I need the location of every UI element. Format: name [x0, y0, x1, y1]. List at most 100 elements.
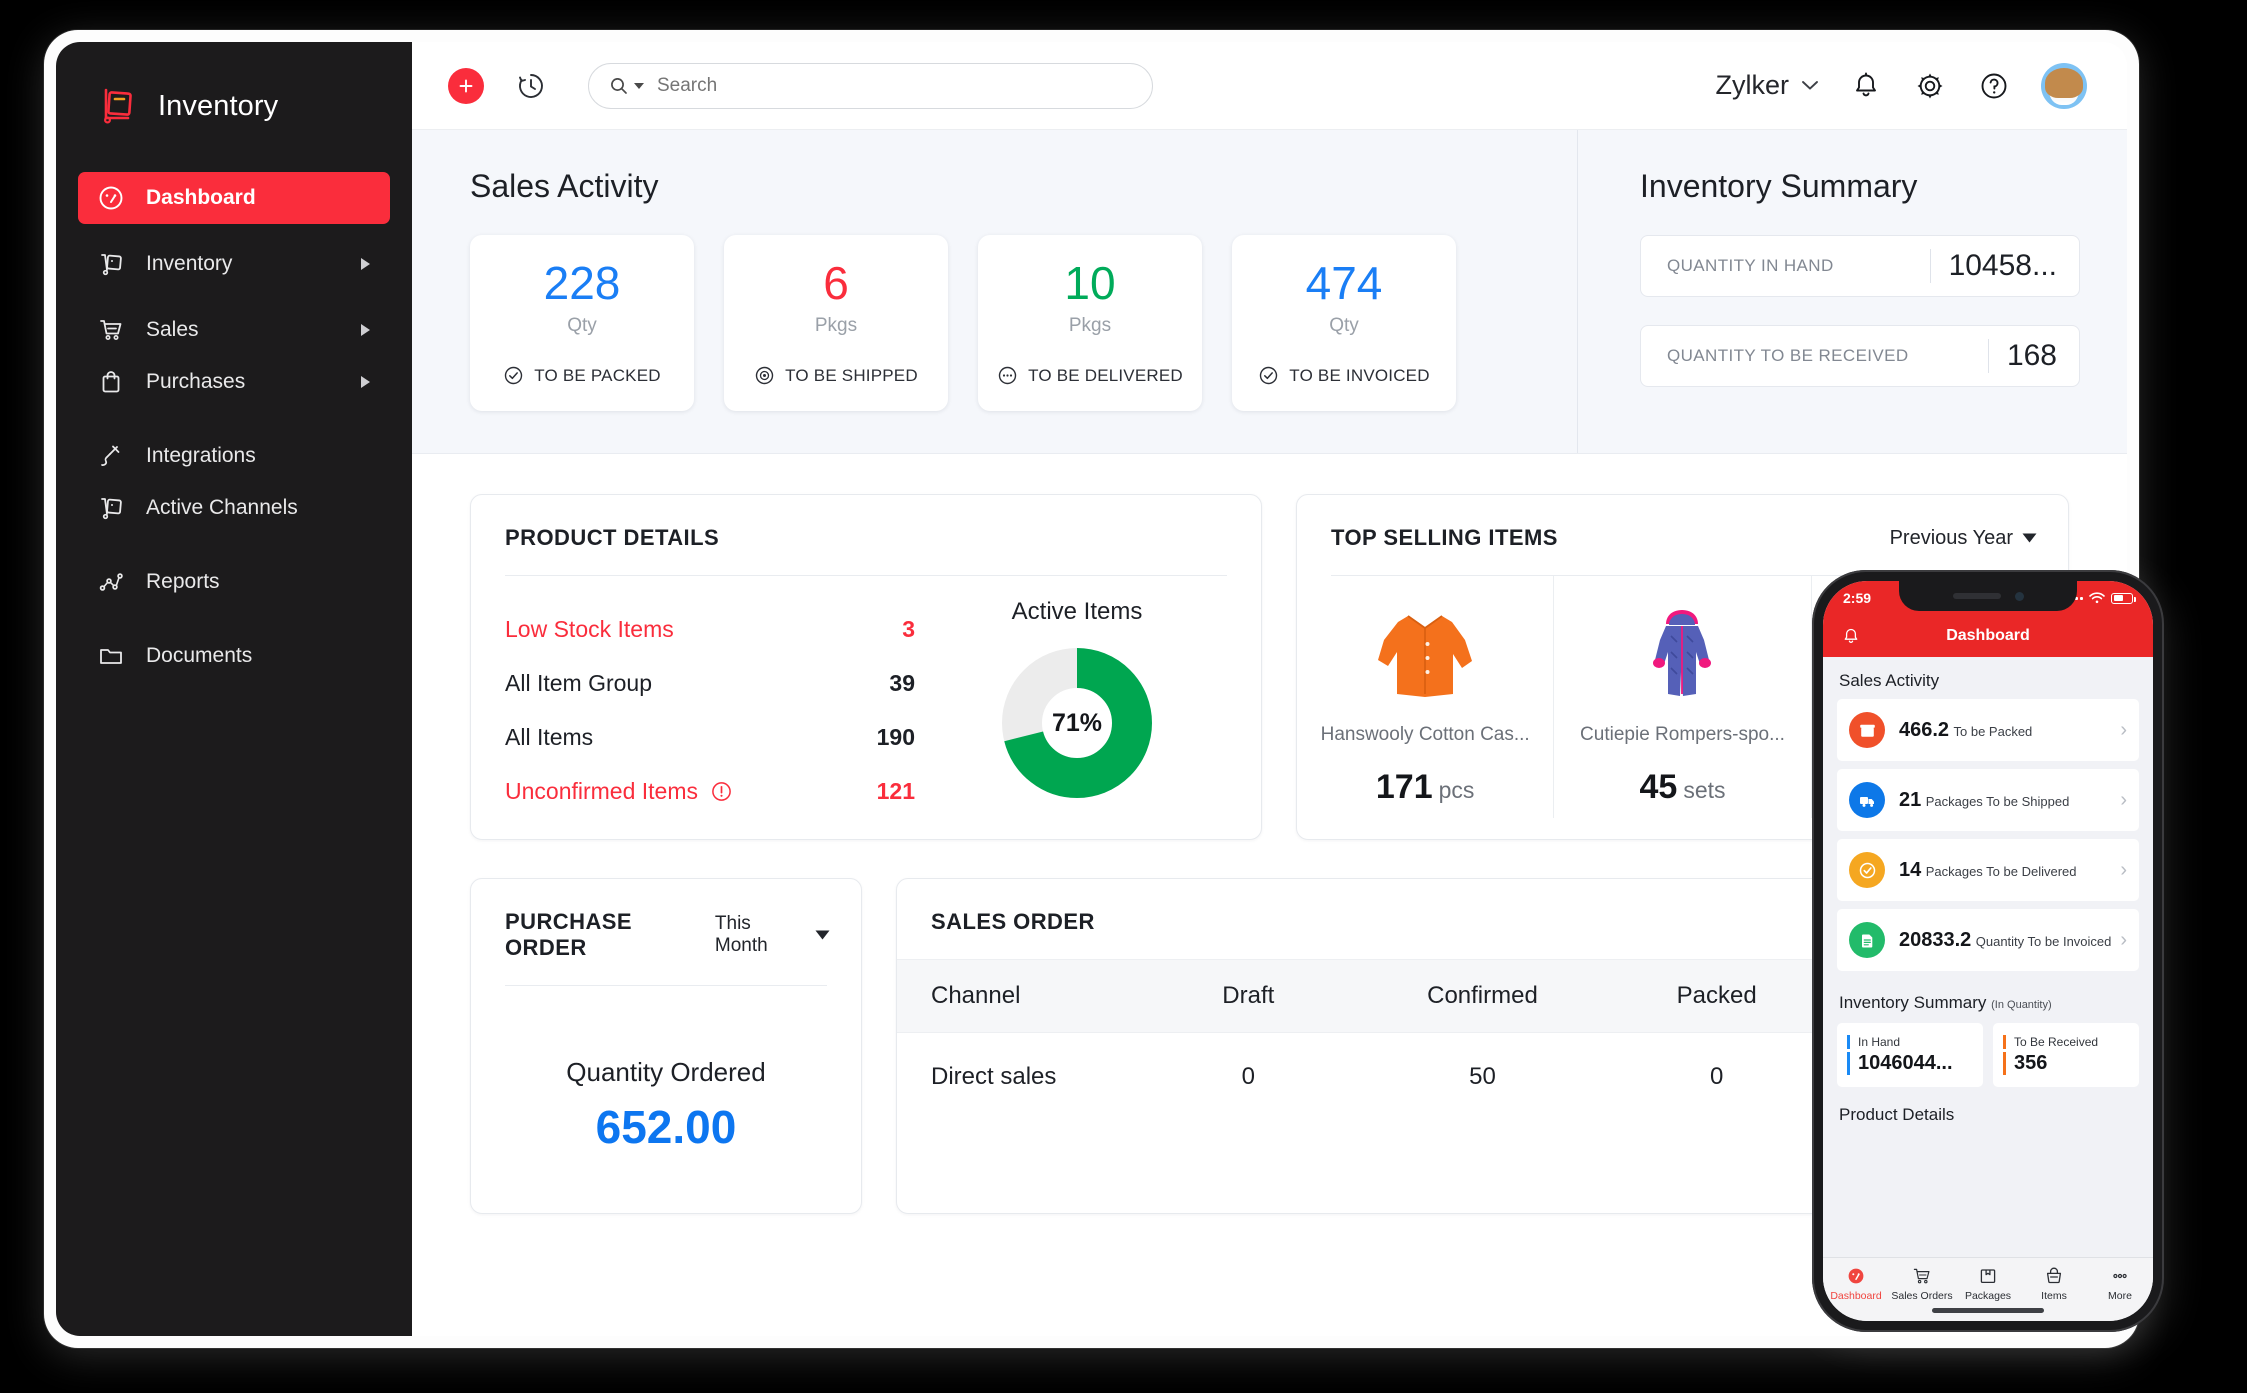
- phone-activity-text: 14 Packages To be Delivered: [1899, 859, 2077, 881]
- product-row-unconfirmed-items[interactable]: Unconfirmed Items 121: [505, 764, 927, 818]
- shopping-cart-icon: [1913, 1268, 1930, 1284]
- product-row-all-item-group[interactable]: All Item Group 39: [505, 656, 927, 710]
- activity-card-to-be-packed[interactable]: 228 Qty TO BE PACKED: [470, 235, 694, 411]
- purchase-order-filter-label: This Month: [714, 913, 768, 956]
- cell-confirmed: 50: [1469, 1063, 1496, 1090]
- gear-icon: [1917, 73, 1943, 98]
- product-row-label: Low Stock Items: [505, 615, 674, 642]
- top-selling-filter-label: Previous Year: [1889, 526, 2013, 549]
- activity-unit: Pkgs: [814, 315, 858, 336]
- phone-activity-to-be-delivered[interactable]: 14 Packages To be Delivered ›: [1837, 839, 2139, 901]
- sidebar-item-label: Purchases: [146, 370, 246, 393]
- phone-activity-to-be-invoiced[interactable]: 20833.2 Quantity To be Invoiced ›: [1837, 909, 2139, 971]
- phone-activity-value: 20833.2: [1899, 929, 1972, 951]
- plus-icon: [459, 79, 473, 92]
- wifi-icon: [2089, 592, 2105, 604]
- tab-label: Dashboard: [1830, 1290, 1882, 1302]
- divider: [1987, 339, 1989, 373]
- front-camera: [2014, 591, 2024, 601]
- active-items-percent: 71%: [1051, 708, 1103, 737]
- sidebar-item-purchases[interactable]: Purchases: [78, 356, 390, 408]
- top-selling-item[interactable]: Hanswooly Cotton Cas... 171 pcs: [1297, 576, 1555, 818]
- chevron-right-icon: [361, 258, 370, 270]
- product-row-value: 39: [889, 669, 915, 696]
- recent-history-button[interactable]: [514, 69, 548, 103]
- phone-inventory-to-be-received[interactable]: To Be Received 356: [1993, 1023, 2139, 1087]
- romper-image: [1653, 610, 1712, 696]
- product-image-orange-cardigan: [1364, 602, 1486, 710]
- product-row-all-items[interactable]: All Items 190: [505, 710, 927, 764]
- sidebar-item-inventory[interactable]: Inventory: [78, 238, 390, 290]
- sidebar-item-documents[interactable]: Documents: [78, 630, 390, 682]
- search-scope-caret-icon[interactable]: [634, 82, 644, 89]
- product-details-card: PRODUCT DETAILS Low Stock Items 3 All It…: [470, 494, 1262, 840]
- clock-history-icon: [519, 73, 543, 98]
- add-new-button[interactable]: [448, 67, 484, 104]
- purchase-order-filter[interactable]: This Month: [714, 913, 830, 957]
- product-details-body: Low Stock Items 3 All Item Group 39 All …: [471, 576, 1261, 818]
- basket-icon: [2046, 1267, 2062, 1284]
- inventory-row-quantity-to-be-received[interactable]: QUANTITY TO BE RECEIVED 168: [1640, 325, 2080, 387]
- bell-icon[interactable]: [1841, 626, 1861, 646]
- sales-order-title: SALES ORDER: [931, 909, 1095, 934]
- battery-icon: [2111, 592, 2136, 604]
- active-items-chart: Active Items 71%: [927, 584, 1227, 818]
- settings-button[interactable]: [1913, 69, 1947, 103]
- speaker-grill: [1952, 593, 2001, 599]
- activity-card-to-be-invoiced[interactable]: 474 Qty TO BE INVOICED: [1232, 235, 1456, 411]
- sidebar-item-reports[interactable]: Reports: [78, 556, 390, 608]
- product-qty: 45: [1639, 768, 1678, 806]
- sidebar: Inventory Dashboard Inventory Sales Purc…: [56, 42, 412, 1336]
- sidebar-item-integrations[interactable]: Integrations: [78, 430, 390, 482]
- sidebar-item-sales[interactable]: Sales: [78, 304, 390, 356]
- organization-name: Zylker: [1715, 70, 1790, 100]
- organization-switcher[interactable]: Zylker: [1716, 70, 1820, 101]
- activity-value: 474: [1305, 257, 1383, 309]
- inventory-row-quantity-in-hand[interactable]: QUANTITY IN HAND 10458...: [1640, 235, 2080, 297]
- purchase-order-card: PURCHASE ORDER This Month Quantity Order…: [470, 878, 862, 1214]
- phone-activity-to-be-shipped[interactable]: 21 Packages To be Shipped ›: [1837, 769, 2139, 831]
- package-icon: [1849, 712, 1885, 748]
- product-row-value: 190: [876, 723, 915, 750]
- search-box[interactable]: [588, 62, 1153, 109]
- top-selling-item[interactable]: Cutiepie Rompers-spo... 45 sets: [1554, 576, 1812, 818]
- sidebar-item-label: Integrations: [146, 444, 256, 467]
- activity-card-to-be-delivered[interactable]: 10 Pkgs TO BE DELIVERED: [978, 235, 1202, 411]
- phone-activity-text: 466.2 To be Packed: [1899, 719, 2032, 741]
- activity-label: TO BE INVOICED: [1289, 365, 1430, 385]
- phone-activity-to-be-packed[interactable]: 466.2 To be Packed ›: [1837, 699, 2139, 761]
- header-right-cluster: Zylker: [1716, 62, 2087, 109]
- tab-more[interactable]: More: [2087, 1266, 2153, 1302]
- product-row-label: All Item Group: [505, 669, 652, 696]
- activity-card-to-be-shipped[interactable]: 6 Pkgs TO BE SHIPPED: [724, 235, 948, 411]
- notifications-button[interactable]: [1849, 69, 1883, 103]
- tab-items[interactable]: Items: [2021, 1266, 2087, 1302]
- phone-inventory-subtitle: (In Quantity): [1991, 999, 2052, 1011]
- column-header-confirmed: Confirmed: [1365, 959, 1600, 1033]
- activity-label-wrap: TO BE PACKED: [503, 365, 661, 386]
- product-row-low-stock-items[interactable]: Low Stock Items 3: [505, 602, 927, 656]
- tab-packages[interactable]: Packages: [1955, 1266, 2021, 1302]
- invoice-icon: [1849, 922, 1885, 958]
- analytics-icon: [96, 567, 126, 597]
- tag-cart-icon: [96, 493, 126, 523]
- user-avatar[interactable]: [2041, 62, 2087, 109]
- help-button[interactable]: [1977, 69, 2011, 103]
- search-input[interactable]: [657, 74, 1132, 97]
- top-selling-filter[interactable]: Previous Year: [1889, 526, 2037, 550]
- tab-dashboard[interactable]: Dashboard: [1823, 1266, 1889, 1302]
- tab-sales-orders[interactable]: Sales Orders: [1889, 1266, 1955, 1302]
- phone-inventory-in-hand[interactable]: In Hand 1046044...: [1837, 1023, 1983, 1087]
- sidebar-item-label: Active Channels: [146, 496, 298, 519]
- sidebar-nav: Dashboard Inventory Sales Purchases Inte…: [56, 172, 412, 682]
- phone-inventory-value: 356: [2003, 1052, 2129, 1075]
- tab-label: Sales Orders: [1891, 1290, 1953, 1302]
- sidebar-item-dashboard[interactable]: Dashboard: [78, 172, 390, 224]
- sidebar-item-active-channels[interactable]: Active Channels: [78, 482, 390, 534]
- phone-content: Sales Activity 466.2 To be Packed › 21 P…: [1823, 657, 2153, 1257]
- chevron-right-icon: [361, 324, 370, 336]
- active-items-label: Active Items: [1011, 598, 1143, 625]
- folder-icon: [96, 641, 126, 671]
- gauge-icon: [1848, 1268, 1864, 1284]
